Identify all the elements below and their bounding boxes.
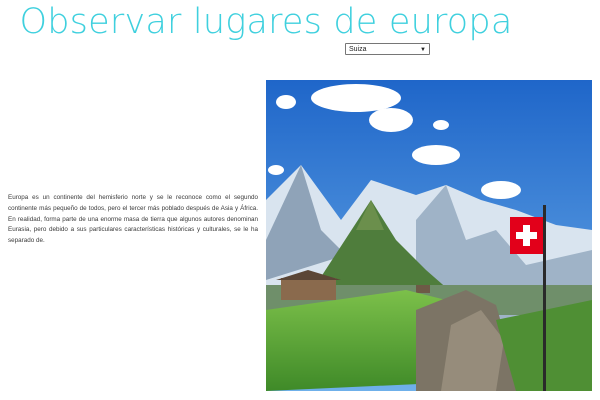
country-select-value: Suiza	[349, 46, 367, 53]
country-select[interactable]: Suiza ▼	[345, 43, 430, 55]
page-title: Observar lugares de europa	[19, 2, 513, 42]
country-photo	[266, 80, 592, 391]
chevron-down-icon: ▼	[420, 47, 426, 53]
description-text: Europa es un continente del hemisferio n…	[8, 194, 258, 245]
